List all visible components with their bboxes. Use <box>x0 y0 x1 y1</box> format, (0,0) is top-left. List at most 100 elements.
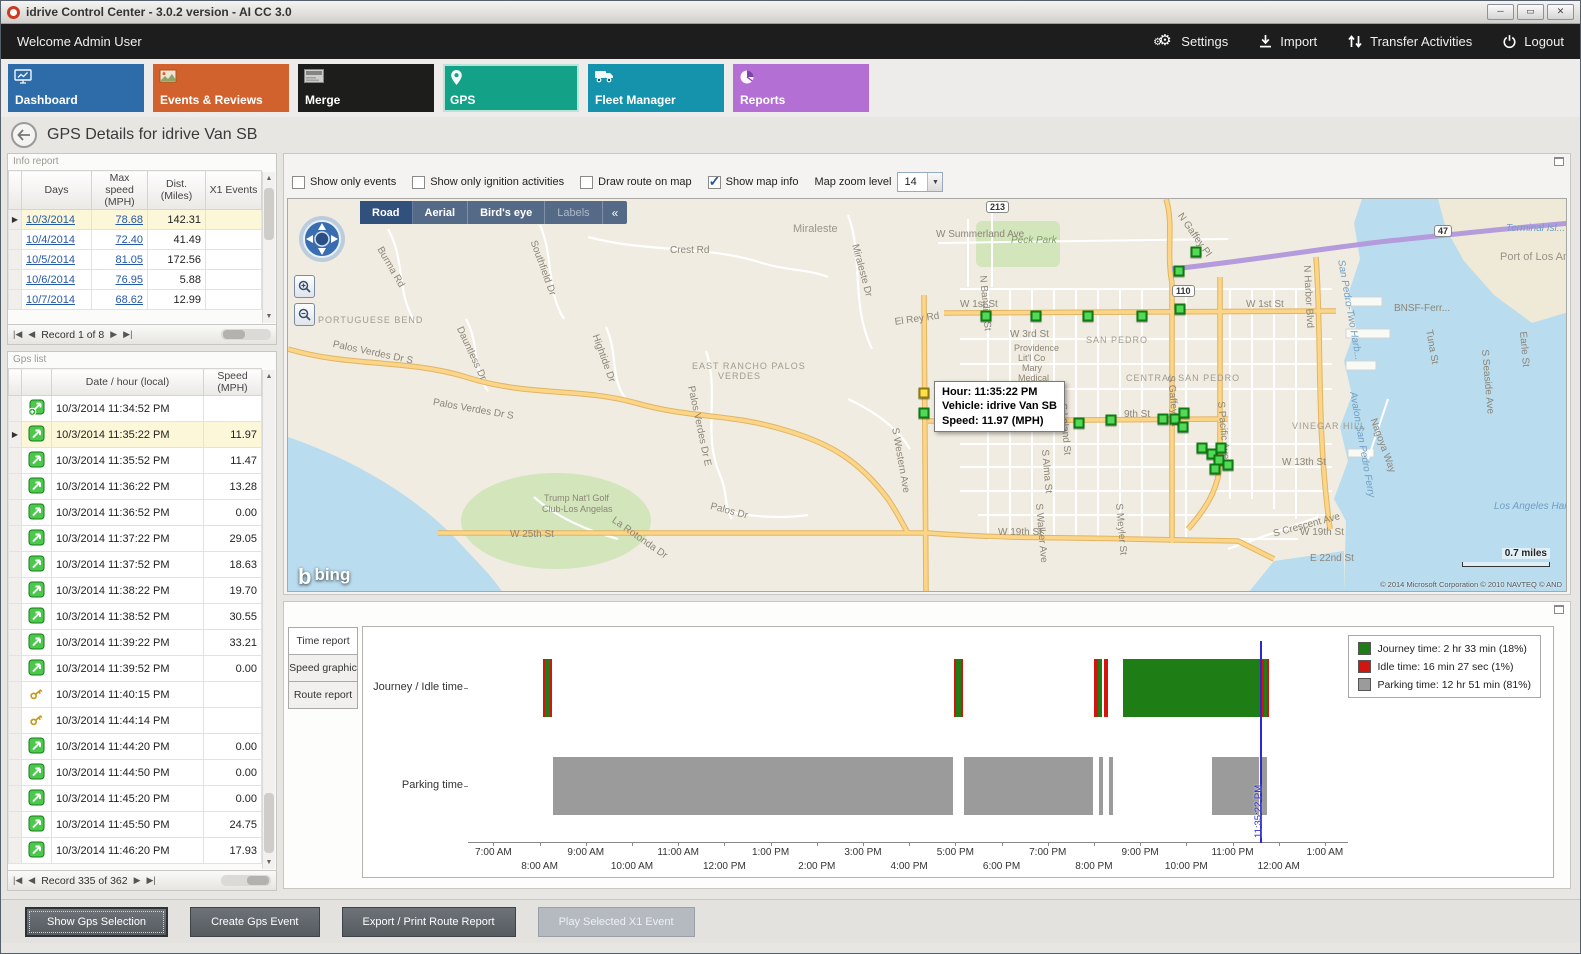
pager-prev-button[interactable]: ◀ <box>28 875 35 886</box>
gps-list-row[interactable]: 10/3/2014 11:45:20 PM0.00 <box>9 786 262 812</box>
pager-last-button[interactable]: ▶| <box>147 875 156 886</box>
info-report-row[interactable]: 10/4/201472.4041.49 <box>9 230 262 250</box>
transfer-button[interactable]: Transfer Activities <box>1347 34 1472 49</box>
checkbox-box[interactable] <box>708 176 721 189</box>
gps-list-scrollbar[interactable]: ▲ ▼ <box>262 370 275 869</box>
gps-list-row[interactable]: 10/3/2014 11:44:20 PM0.00 <box>9 734 262 760</box>
map-tabs-collapse-button[interactable]: « <box>603 201 628 224</box>
map-zoom-in-button[interactable] <box>294 275 315 298</box>
scrollbar-thumb[interactable] <box>264 188 274 240</box>
map-zoom-level-select[interactable]: 14▼ <box>897 172 943 192</box>
scrollbar-thumb[interactable] <box>264 793 274 853</box>
maximize-button[interactable]: ▭ <box>1517 4 1544 20</box>
report-tab-speed-graphic[interactable]: Speed graphic <box>288 654 358 682</box>
gps-position-marker[interactable] <box>1074 418 1085 429</box>
gps-list-row[interactable]: 10/3/2014 11:44:14 PM <box>9 708 262 734</box>
pager-scrollbar[interactable] <box>221 875 271 886</box>
map-zoom-out-button[interactable] <box>294 303 315 326</box>
column-header[interactable]: Speed (MPH) <box>204 369 262 396</box>
gps-position-marker[interactable] <box>1223 460 1234 471</box>
gps-list-row[interactable]: 10/3/2014 11:38:52 PM30.55 <box>9 604 262 630</box>
checkbox-show-only-ignition-activities[interactable]: Show only ignition activities <box>412 176 564 189</box>
scroll-up-icon[interactable]: ▲ <box>263 370 275 383</box>
day-link[interactable]: 10/5/2014 <box>26 254 75 266</box>
column-header[interactable]: Max speed (MPH) <box>92 171 148 210</box>
gps-position-marker[interactable] <box>1174 266 1185 277</box>
import-button[interactable]: Import <box>1258 34 1317 49</box>
gps-list-row[interactable]: 10/3/2014 11:46:20 PM17.93 <box>9 838 262 864</box>
pager-next-button[interactable]: ▶ <box>134 875 141 886</box>
gps-list-row[interactable]: 10/3/2014 11:36:22 PM13.28 <box>9 474 262 500</box>
gps-position-marker[interactable] <box>1216 443 1227 454</box>
minimize-button[interactable]: ─ <box>1487 4 1514 20</box>
checkbox-box[interactable] <box>580 176 593 189</box>
gps-list-row[interactable]: 10/3/2014 11:37:22 PM29.05 <box>9 526 262 552</box>
gps-position-marker[interactable] <box>1175 304 1186 315</box>
checkbox-draw-route-on-map[interactable]: Draw route on map <box>580 176 692 189</box>
gps-list-row[interactable]: 10/3/2014 11:36:52 PM0.00 <box>9 500 262 526</box>
pager-scrollbar[interactable] <box>221 329 271 340</box>
info-report-row[interactable]: 10/5/201481.05172.56 <box>9 250 262 270</box>
info-report-row[interactable]: 10/7/201468.6212.99 <box>9 290 262 310</box>
close-button[interactable]: ✕ <box>1547 4 1574 20</box>
gps-position-marker[interactable] <box>1158 414 1169 425</box>
gps-position-marker[interactable] <box>1106 415 1117 426</box>
nav-tile-fleet[interactable]: Fleet Manager <box>588 64 724 112</box>
gps-list-row[interactable]: 10/3/2014 11:44:50 PM0.00 <box>9 760 262 786</box>
column-header[interactable]: Dist. (Miles) <box>148 171 206 210</box>
gps-position-marker[interactable] <box>1178 422 1189 433</box>
gps-list-row[interactable]: 10/3/2014 11:38:22 PM19.70 <box>9 578 262 604</box>
chevron-down-icon[interactable]: ▼ <box>927 173 942 191</box>
map-style-tab-bird-s-eye[interactable]: Bird's eye <box>468 201 545 224</box>
map-style-tab-road[interactable]: Road <box>360 201 413 224</box>
pager-next-button[interactable]: ▶ <box>110 329 117 340</box>
gps-list-row[interactable]: ▶10/3/2014 11:35:22 PM11.97 <box>9 422 262 448</box>
export-print-route-report-button[interactable]: Export / Print Route Report <box>342 907 516 937</box>
checkbox-box[interactable] <box>412 176 425 189</box>
max-speed-link[interactable]: 72.40 <box>115 234 143 246</box>
chart-panel-maximize-button[interactable] <box>1554 605 1564 614</box>
settings-button[interactable]: ⚙⚙Settings <box>1154 33 1228 51</box>
selected-gps-position-marker[interactable] <box>919 388 930 399</box>
max-speed-link[interactable]: 76.95 <box>115 274 143 286</box>
nav-tile-dashboard[interactable]: Dashboard <box>8 64 144 112</box>
report-tab-time-report[interactable]: Time report <box>288 627 358 655</box>
nav-tile-events[interactable]: Events & Reviews <box>153 64 289 112</box>
gps-position-marker[interactable] <box>1191 247 1202 258</box>
gps-position-marker[interactable] <box>1083 311 1094 322</box>
info-report-row[interactable]: 10/6/201476.955.88 <box>9 270 262 290</box>
gps-position-marker[interactable] <box>1031 311 1042 322</box>
gps-list-row[interactable]: 10/3/2014 11:34:52 PM <box>9 396 262 422</box>
logout-button[interactable]: Logout <box>1502 34 1564 49</box>
info-report-scrollbar[interactable]: ▲ ▼ <box>262 172 275 323</box>
scroll-down-icon[interactable]: ▼ <box>263 856 275 869</box>
back-button[interactable] <box>11 122 37 148</box>
gps-list-row[interactable]: 10/3/2014 11:45:50 PM24.75 <box>9 812 262 838</box>
show-gps-selection-button[interactable]: Show Gps Selection <box>25 907 168 937</box>
max-speed-link[interactable]: 78.68 <box>115 214 143 226</box>
pager-last-button[interactable]: ▶| <box>123 329 132 340</box>
column-header[interactable]: Date / hour (local) <box>52 369 204 396</box>
day-link[interactable]: 10/3/2014 <box>26 214 75 226</box>
gps-position-marker[interactable] <box>981 311 992 322</box>
gps-position-marker[interactable] <box>1137 311 1148 322</box>
day-link[interactable]: 10/4/2014 <box>26 234 75 246</box>
map[interactable]: MiralesteCrest RdPeck ParkW Summerland A… <box>287 198 1567 592</box>
gps-list-row[interactable]: 10/3/2014 11:40:15 PM <box>9 682 262 708</box>
column-header[interactable]: X1 Events <box>206 171 262 210</box>
checkbox-box[interactable] <box>292 176 305 189</box>
gps-position-marker[interactable] <box>1210 464 1221 475</box>
gps-position-marker[interactable] <box>919 408 930 419</box>
nav-tile-gps[interactable]: GPS <box>443 64 579 112</box>
day-link[interactable]: 10/7/2014 <box>26 294 75 306</box>
max-speed-link[interactable]: 68.62 <box>115 294 143 306</box>
gps-position-marker[interactable] <box>1179 408 1190 419</box>
checkbox-show-map-info[interactable]: Show map info <box>708 176 799 189</box>
map-panel-maximize-button[interactable] <box>1554 157 1564 166</box>
pager-first-button[interactable]: |◀ <box>13 875 22 886</box>
checkbox-show-only-events[interactable]: Show only events <box>292 176 396 189</box>
gps-list-row[interactable]: 10/3/2014 11:39:22 PM33.21 <box>9 630 262 656</box>
nav-tile-reports[interactable]: Reports <box>733 64 869 112</box>
gps-list-row[interactable]: 10/3/2014 11:37:52 PM18.63 <box>9 552 262 578</box>
nav-tile-merge[interactable]: Merge <box>298 64 434 112</box>
